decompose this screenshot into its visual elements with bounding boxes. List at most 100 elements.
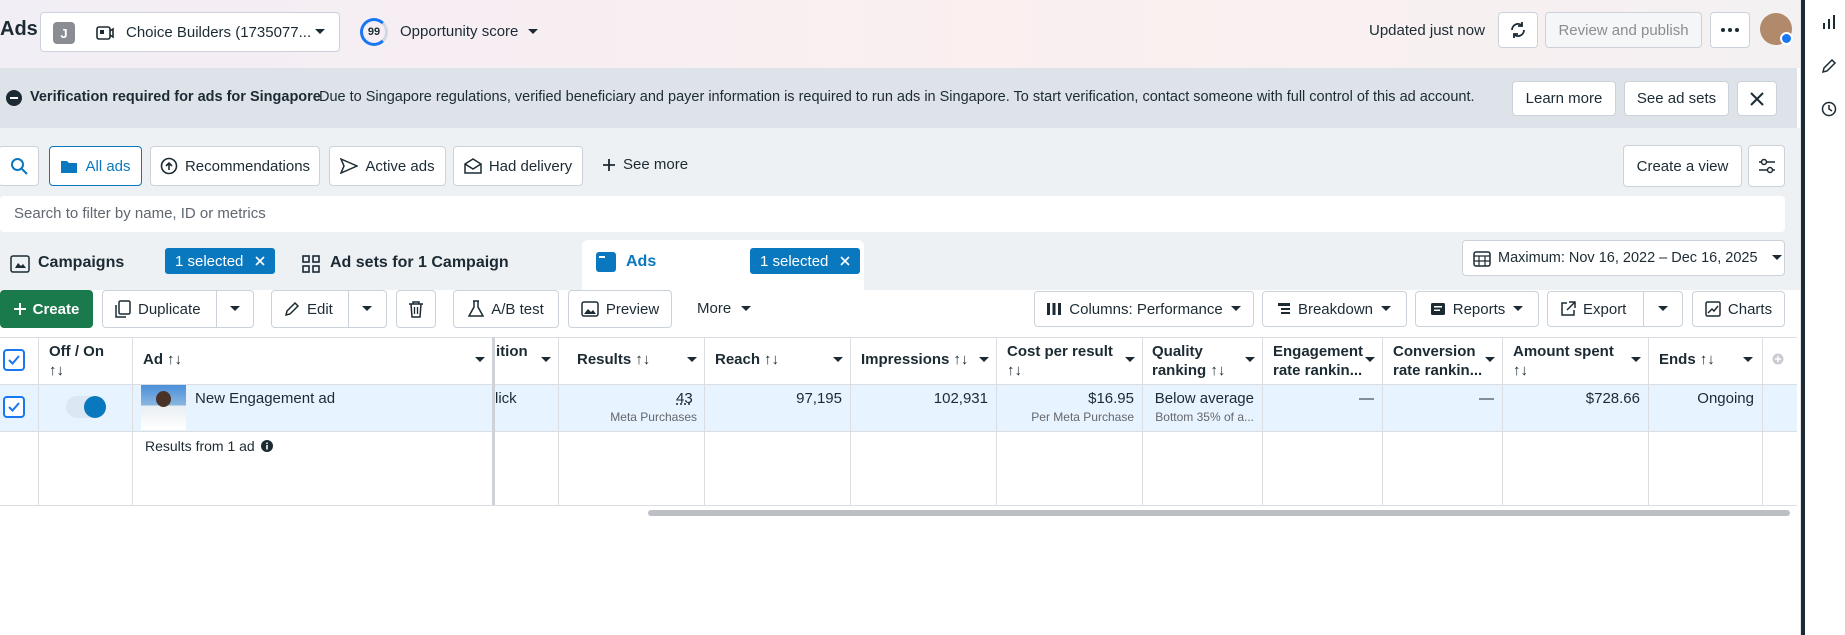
column-header-quality-ranking[interactable]: Quality ranking ↑↓ (1152, 342, 1232, 380)
breakdown-icon (1277, 302, 1291, 316)
chevron-down-icon[interactable] (474, 356, 486, 364)
see-more-button[interactable]: See more (603, 156, 688, 173)
sort-icon[interactable]: ↑↓ (49, 361, 104, 380)
chevron-down-icon (1230, 305, 1242, 313)
tab-ad-sets[interactable]: Ad sets for 1 Campaign (290, 243, 574, 285)
chevron-down-icon[interactable] (540, 356, 552, 364)
chevron-down-icon[interactable] (1484, 356, 1496, 364)
sort-icon[interactable]: ↑↓ (764, 350, 779, 369)
sort-icon[interactable]: ↑↓ (167, 350, 182, 369)
horizontal-scrollbar[interactable] (648, 510, 1790, 516)
select-all-checkbox[interactable] (3, 349, 25, 371)
chevron-down-icon[interactable] (527, 28, 539, 36)
breakdown-button[interactable]: Breakdown (1262, 291, 1407, 327)
column-header-impressions[interactable]: Impressions ↑↓ (861, 350, 968, 369)
sort-icon[interactable]: ↑↓ (1513, 361, 1614, 380)
see-ad-sets-button[interactable]: See ad sets (1624, 81, 1729, 116)
chevron-down-icon[interactable] (229, 305, 241, 313)
reports-button[interactable]: Reports (1415, 291, 1539, 327)
chevron-down-icon[interactable] (1244, 356, 1256, 364)
close-banner-button[interactable] (1737, 81, 1777, 116)
sort-icon[interactable]: ↑↓ (1210, 362, 1225, 379)
chevron-down-icon[interactable] (978, 356, 990, 364)
plus-icon (13, 303, 26, 315)
info-icon[interactable] (260, 440, 273, 452)
create-button[interactable]: Create (0, 290, 93, 328)
learn-more-button[interactable]: Learn more (1512, 81, 1616, 116)
sort-icon[interactable]: ↑↓ (1007, 361, 1113, 380)
column-header-ends[interactable]: Ends ↑↓ (1659, 350, 1715, 369)
chevron-down-icon[interactable] (1657, 305, 1669, 313)
column-header-attribution[interactable]: ition (496, 342, 528, 361)
search-input[interactable]: Search to filter by name, ID or metrics (0, 196, 1785, 232)
chip-all-ads[interactable]: All ads (49, 146, 142, 186)
chevron-down-icon[interactable] (1630, 356, 1642, 364)
columns-button[interactable]: Columns: Performance (1034, 291, 1254, 327)
thumbnail-person (156, 391, 171, 407)
charts-button[interactable]: Charts (1692, 291, 1785, 327)
ad-name[interactable]: New Engagement ad (195, 390, 335, 407)
chevron-down-icon[interactable] (832, 356, 844, 364)
chevron-down-icon[interactable] (686, 356, 698, 364)
column-header-cost-per-result[interactable]: Cost per result ↑↓ (1007, 342, 1113, 380)
column-header-conversion-ranking[interactable]: Conversion rate rankin... (1393, 342, 1488, 380)
chevron-down-icon (1512, 305, 1524, 313)
column-header-amount-spent[interactable]: Amount spent ↑↓ (1513, 342, 1614, 380)
column-header-engagement-ranking[interactable]: Engagement rate rankin... (1273, 342, 1368, 380)
results-value[interactable]: 43 (676, 390, 693, 407)
search-button[interactable] (0, 146, 39, 186)
reach-value: 97,195 (796, 390, 842, 407)
refresh-button[interactable] (1498, 12, 1538, 48)
chip-label: Active ads (365, 157, 435, 175)
chevron-down-icon[interactable] (361, 305, 373, 313)
history-icon[interactable] (1821, 101, 1837, 117)
date-range-picker[interactable]: Maximum: Nov 16, 2022 – Dec 16, 2025 (1462, 240, 1785, 276)
column-header-results[interactable]: Results ↑↓ (577, 350, 650, 369)
ab-test-button[interactable]: A/B test (453, 290, 559, 328)
delete-button[interactable] (396, 290, 436, 328)
column-header-ad[interactable]: Ad ↑↓ (143, 350, 182, 369)
more-button[interactable]: More (697, 300, 752, 317)
chevron-down-icon[interactable] (1124, 356, 1136, 364)
calendar-icon (1473, 250, 1491, 267)
engagement-ranking-value: — (1359, 390, 1374, 407)
ads-selected-badge[interactable]: 1 selected (750, 248, 861, 274)
column-header-off-on[interactable]: Off / On ↑↓ (49, 342, 104, 380)
avatar[interactable] (1760, 13, 1793, 45)
close-icon[interactable] (255, 256, 265, 266)
banner-message: Due to Singapore regulations, verified b… (319, 89, 1475, 105)
review-publish-button[interactable]: Review and publish (1545, 12, 1702, 48)
create-view-button[interactable]: Create a view (1623, 145, 1742, 187)
opportunity-score-label[interactable]: Opportunity score (400, 23, 518, 40)
add-column-icon[interactable] (1772, 353, 1784, 365)
more-options-button[interactable] (1710, 12, 1750, 48)
chevron-down-icon[interactable] (1364, 356, 1376, 364)
chip-active-ads[interactable]: Active ads (329, 146, 446, 186)
chevron-down-icon[interactable] (1742, 356, 1754, 364)
opportunity-score-ring[interactable]: 99 (360, 18, 388, 46)
campaigns-selected-badge[interactable]: 1 selected (165, 248, 276, 274)
ad-toggle[interactable] (66, 396, 106, 418)
account-name: Choice Builders (1735077... (126, 24, 312, 41)
chip-had-delivery[interactable]: Had delivery (453, 146, 583, 186)
tab-ads[interactable]: Ads 1 selected (582, 240, 864, 290)
check-icon (8, 402, 20, 412)
close-icon[interactable] (840, 256, 850, 266)
quality-ranking-value: Below average (1154, 390, 1254, 407)
tab-campaigns[interactable]: Campaigns 1 selected (0, 245, 280, 283)
sort-icon[interactable]: ↑↓ (635, 350, 650, 369)
cost-per-result-value: $16.95 (1088, 390, 1134, 407)
ad-thumbnail[interactable] (141, 385, 186, 430)
bar-chart-icon[interactable] (1821, 14, 1837, 30)
row-checkbox[interactable] (3, 396, 25, 418)
sort-icon[interactable]: ↑↓ (953, 350, 968, 369)
view-settings-button[interactable] (1748, 145, 1785, 187)
chip-recommendations[interactable]: Recommendations (150, 146, 320, 186)
search-icon (10, 157, 28, 175)
column-header-reach[interactable]: Reach ↑↓ (715, 350, 779, 369)
preview-button[interactable]: Preview (568, 290, 672, 328)
sort-icon[interactable]: ↑↓ (1700, 350, 1715, 369)
account-selector[interactable]: J Choice Builders (1735077... (40, 12, 340, 52)
pencil-icon[interactable] (1821, 58, 1837, 74)
chip-label: Recommendations (184, 157, 311, 175)
